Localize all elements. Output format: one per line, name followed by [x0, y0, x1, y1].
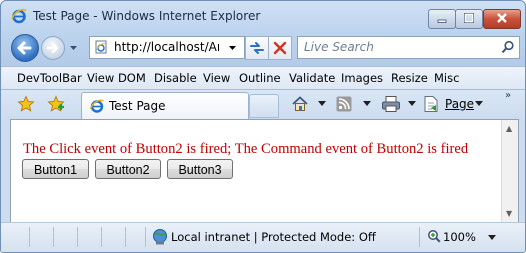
minimize-icon: [437, 19, 447, 23]
back-button[interactable]: [11, 34, 39, 62]
ie-page-icon: [89, 99, 104, 113]
menu-resize[interactable]: Resize: [391, 71, 428, 85]
zoom-icon[interactable]: [427, 229, 441, 243]
close-window-button[interactable]: [483, 9, 521, 29]
page-dropdown-icon[interactable]: [475, 101, 483, 107]
status-divider: [53, 227, 54, 247]
print-icon[interactable]: [381, 95, 401, 113]
favorites-center-icon[interactable]: [17, 95, 35, 113]
vertical-scrollbar[interactable]: ▲ ▼: [501, 120, 518, 222]
status-divider: [77, 227, 78, 247]
intranet-zone-icon: [153, 229, 167, 245]
forward-button[interactable]: [41, 36, 65, 60]
devtoolbar-menu: DevToolBar View DOM Disable View Outline…: [1, 66, 525, 90]
security-zone-text[interactable]: Local intranet | Protected Mode: Off: [171, 230, 376, 244]
refresh-button[interactable]: [245, 36, 269, 60]
browser-window: Test Page - Windows Internet Explorer ht…: [0, 0, 526, 253]
maximize-icon: [463, 12, 474, 23]
menu-devtoolbar[interactable]: DevToolBar: [17, 71, 82, 85]
zoom-dropdown-icon[interactable]: [488, 235, 496, 241]
refresh-icon: [250, 42, 264, 54]
event-message: The Click event of Button2 is fired; The…: [23, 141, 469, 157]
new-tab-button[interactable]: [249, 94, 279, 118]
back-arrow-icon: [17, 41, 32, 55]
scroll-down-arrow-icon[interactable]: ▼: [506, 209, 512, 218]
scroll-up-arrow-icon[interactable]: ▲: [506, 124, 512, 133]
menu-outline[interactable]: Outline: [239, 71, 281, 85]
page-menu-icon[interactable]: [422, 95, 440, 113]
navigation-bar: http://localhost/Art Live Search: [1, 31, 525, 65]
maximize-button[interactable]: [455, 9, 483, 29]
status-divider: [29, 227, 30, 247]
search-input[interactable]: Live Search: [304, 40, 374, 54]
tab-label: Test Page: [109, 99, 166, 113]
page-content: The Click event of Button2 is fired; The…: [10, 119, 519, 223]
toolbar-overflow-chevron[interactable]: »: [505, 90, 511, 101]
zoom-level[interactable]: 100%: [443, 230, 476, 244]
search-box[interactable]: Live Search: [297, 36, 520, 59]
menu-disable[interactable]: Disable: [154, 71, 197, 85]
button1[interactable]: Button1: [22, 159, 89, 179]
add-favorites-icon[interactable]: [47, 95, 65, 113]
search-icon[interactable]: [501, 40, 515, 54]
recent-pages-dropdown-icon[interactable]: [69, 43, 78, 52]
button2[interactable]: Button2: [95, 159, 161, 179]
menu-images[interactable]: Images: [341, 71, 383, 85]
status-divider: [145, 227, 146, 247]
tab-test-page[interactable]: Test Page: [81, 92, 249, 119]
stop-button[interactable]: [268, 36, 292, 60]
title-bar: Test Page - Windows Internet Explorer: [1, 1, 525, 31]
window-title: Test Page - Windows Internet Explorer: [33, 9, 261, 23]
feeds-dropdown-icon[interactable]: [363, 101, 371, 107]
page-menu-label[interactable]: Page: [445, 97, 474, 111]
status-divider: [419, 227, 420, 247]
menu-validate[interactable]: Validate: [289, 71, 335, 85]
status-divider: [101, 227, 102, 247]
stop-icon: [273, 41, 287, 55]
status-divider: [125, 227, 126, 247]
tab-row: Test Page Page »: [1, 89, 525, 119]
address-dropdown-icon[interactable]: [228, 44, 237, 52]
status-bar: Local intranet | Protected Mode: Off 100…: [1, 222, 525, 252]
forward-arrow-icon: [46, 42, 59, 54]
minimize-button[interactable]: [428, 9, 456, 29]
feeds-icon[interactable]: [335, 95, 353, 113]
close-icon: [497, 13, 507, 23]
menu-misc[interactable]: Misc: [434, 71, 459, 85]
address-input[interactable]: http://localhost/Art: [114, 40, 219, 54]
ie-logo-icon: [11, 8, 27, 24]
home-icon[interactable]: [291, 95, 309, 113]
print-dropdown-icon[interactable]: [408, 101, 416, 107]
home-dropdown-icon[interactable]: [318, 101, 326, 107]
button3[interactable]: Button3: [167, 159, 233, 179]
menu-view-dom[interactable]: View DOM: [87, 71, 146, 85]
menu-view[interactable]: View: [203, 71, 230, 85]
page-icon: [95, 40, 107, 54]
address-bar[interactable]: http://localhost/Art: [89, 36, 245, 59]
